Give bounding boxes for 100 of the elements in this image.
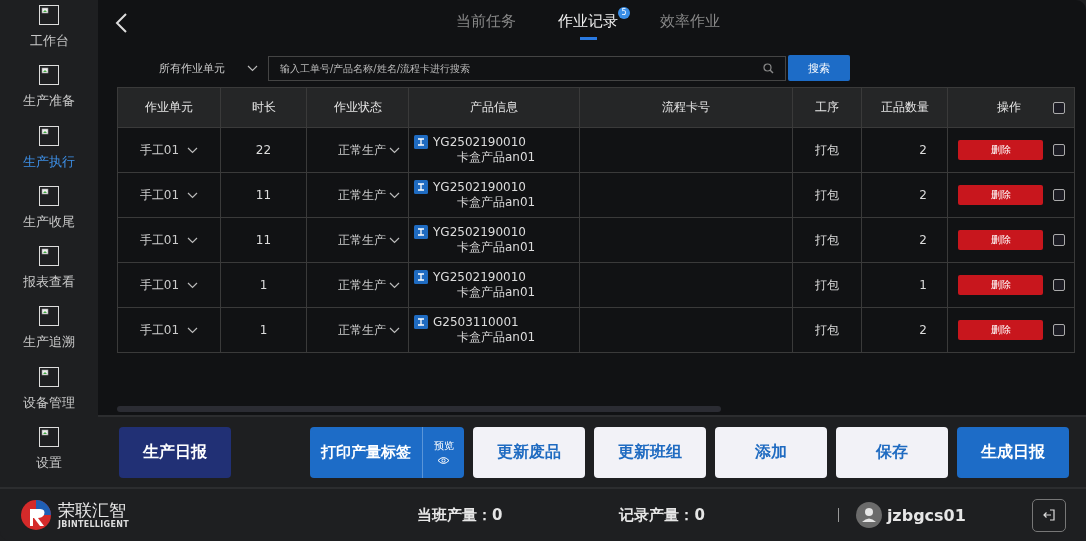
logout-button[interactable] (1032, 498, 1066, 532)
product-code: YG2502190010 (433, 134, 526, 149)
product-code: YG2502190010 (433, 224, 526, 239)
product-name: 卡盒产品an01 (456, 283, 537, 301)
chevron-down-icon (187, 191, 199, 199)
chevron-down-icon (388, 191, 400, 199)
chevron-down-icon (187, 326, 199, 334)
chevron-down-icon (388, 281, 400, 289)
delete-button[interactable]: 删除 (958, 140, 1043, 160)
logo-text: 荣联汇智 (58, 501, 127, 520)
search-button[interactable]: 搜索 (788, 55, 850, 81)
table-cell: 1 (259, 323, 268, 337)
table-cell: 2 (919, 233, 927, 247)
product-name: 卡盒产品an01 (456, 238, 537, 256)
table-cell: 11 (255, 188, 272, 202)
broken-image-icon (39, 185, 59, 206)
table-cell: 1 (259, 278, 268, 292)
column-header: 工序 (815, 100, 839, 114)
checkbox[interactable] (1053, 101, 1065, 114)
checkbox[interactable] (1053, 234, 1065, 246)
chevron-down-icon (187, 236, 199, 244)
table-cell: 打包 (815, 232, 839, 247)
tab[interactable]: 当前任务 (456, 6, 528, 40)
tab[interactable]: 作业记录 5 (558, 6, 630, 40)
action-button[interactable]: 生成日报 (957, 426, 1069, 478)
sidebar-item[interactable]: 生产追溯 (23, 333, 75, 352)
delete-button[interactable]: 删除 (958, 185, 1043, 205)
column-header: 作业单元 (145, 100, 193, 114)
avatar-icon (855, 502, 882, 528)
search-icon[interactable] (763, 62, 774, 74)
broken-image-icon (39, 65, 59, 86)
preview-button[interactable]: 预览 (422, 426, 464, 478)
logo-subtext: JBINTELLIGENT (58, 520, 129, 529)
sidebar-item[interactable]: 生产准备 (23, 92, 75, 111)
column-header: 流程卡号 (662, 100, 710, 114)
status-text: 记录产量：0 (619, 505, 705, 525)
checkbox[interactable] (1053, 189, 1065, 201)
action-button[interactable]: 生产日报 (119, 426, 231, 478)
print-label-button[interactable]: 打印产量标签 预览 (310, 426, 464, 478)
back-icon[interactable] (114, 12, 128, 34)
sidebar-item[interactable]: 工作台 (29, 32, 69, 50)
table-cell: 11 (255, 233, 272, 247)
product-icon (414, 134, 428, 149)
scrollbar-thumb[interactable] (117, 406, 721, 412)
table-cell: 22 (255, 143, 272, 157)
column-header: 操作 (997, 99, 1021, 116)
tab[interactable]: 效率作业 (660, 6, 732, 40)
checkbox[interactable] (1053, 279, 1065, 291)
product-icon (414, 269, 428, 284)
sidebar-item[interactable]: 设置 (36, 453, 62, 472)
table-cell: 2 (919, 323, 927, 337)
count-badge: 5 (618, 6, 630, 19)
action-button[interactable]: 更新班组 (594, 426, 706, 478)
table-cell: 打包 (815, 277, 839, 292)
table-cell: 2 (919, 188, 927, 202)
chevron-down-icon (388, 146, 400, 154)
logout-icon (1042, 509, 1056, 521)
action-button[interactable]: 添加 (715, 426, 827, 478)
product-code: YG2502190010 (433, 179, 526, 194)
delete-button[interactable]: 删除 (958, 275, 1043, 295)
chevron-down-icon (388, 326, 400, 334)
column-header: 产品信息 (470, 100, 518, 114)
action-button[interactable]: 更新废品 (473, 426, 585, 478)
sidebar-item[interactable]: 设备管理 (23, 393, 75, 412)
delete-button[interactable]: 删除 (958, 320, 1043, 340)
delete-button[interactable]: 删除 (958, 230, 1043, 250)
logo-icon (20, 499, 52, 531)
checkbox[interactable] (1053, 324, 1065, 336)
product-icon (414, 314, 428, 329)
product-name: 卡盒产品an01 (456, 328, 537, 346)
sidebar-item[interactable]: 报表查看 (23, 273, 75, 291)
product-name: 卡盒产品an01 (456, 148, 537, 166)
product-name: 卡盒产品an01 (456, 193, 537, 211)
status-text: 当班产量：0 (417, 505, 503, 525)
username: jzbgcs01 (886, 505, 966, 525)
table-cell: 2 (919, 143, 927, 157)
chevron-down-icon (187, 281, 199, 289)
table-cell: 打包 (815, 322, 839, 337)
table-cell: 打包 (815, 187, 839, 202)
action-button[interactable]: 保存 (836, 426, 948, 478)
product-icon (414, 224, 428, 239)
sidebar-item[interactable]: 生产收尾 (23, 212, 75, 231)
product-icon (414, 179, 428, 194)
broken-image-icon (39, 5, 59, 25)
broken-image-icon (39, 426, 59, 447)
unit-dropdown[interactable]: 所有作业单元 (159, 60, 259, 76)
checkbox[interactable] (1053, 144, 1065, 156)
product-code: G2503110001 (433, 314, 519, 329)
broken-image-icon (39, 125, 59, 146)
product-code: YG2502190010 (433, 269, 526, 284)
broken-image-icon (39, 246, 59, 266)
chevron-down-icon (388, 236, 400, 244)
sidebar-item[interactable]: 生产执行 (23, 152, 75, 171)
chevron-down-icon (247, 64, 258, 72)
table-cell: 1 (919, 278, 927, 292)
column-header: 正品数量 (880, 100, 929, 114)
search-field[interactable]: 输入工单号/产品名称/姓名/流程卡进行搜索 (268, 55, 786, 81)
column-header: 时长 (251, 100, 276, 114)
broken-image-icon (39, 366, 59, 387)
broken-image-icon (39, 306, 59, 327)
